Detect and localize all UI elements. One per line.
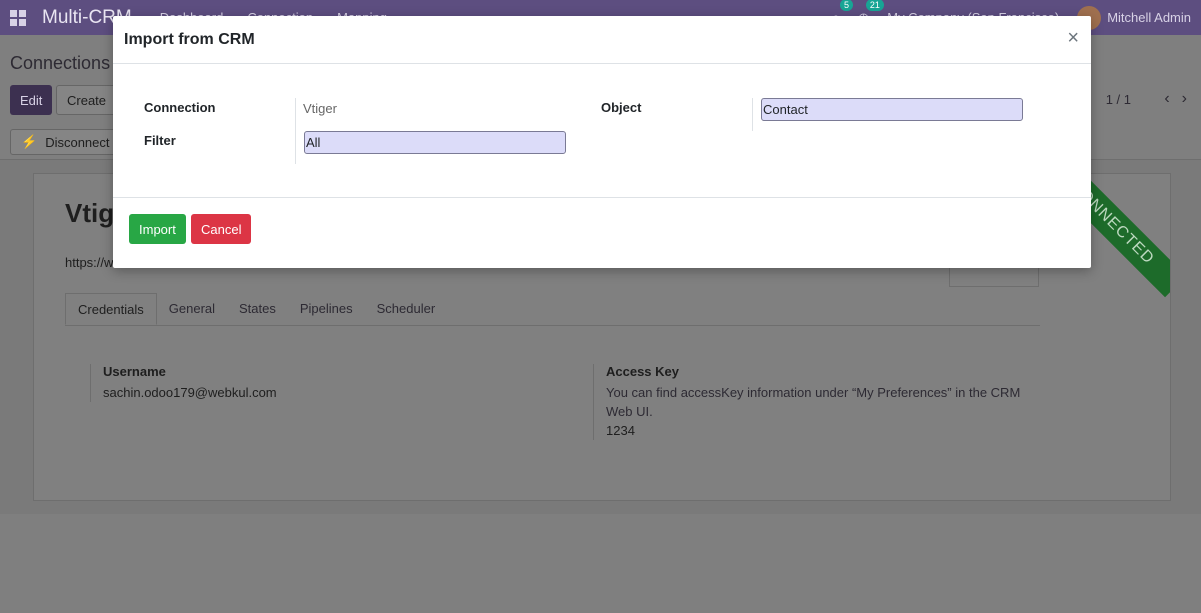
dialog-footer: Import Cancel (113, 198, 1091, 266)
edit-button[interactable]: Edit (10, 85, 53, 115)
breadcrumb[interactable]: Connections (10, 53, 110, 74)
disconnect-button[interactable]: ⚡ Disconnect (10, 129, 121, 155)
field-separator (752, 98, 753, 131)
tab-scheduler[interactable]: Scheduler (365, 293, 448, 325)
access-key-help: You can find accessKey information under… (606, 385, 1021, 419)
filter-input[interactable] (304, 131, 566, 154)
import-dialog: Import from CRM × Connection Vtiger Filt… (113, 16, 1091, 268)
record-url: https://w (65, 255, 114, 270)
tab-credentials[interactable]: Credentials (65, 293, 157, 325)
notebook-tabs: Credentials General States Pipelines Sch… (65, 293, 1040, 326)
page-bottom (0, 514, 1201, 613)
access-key-field: Access Key You can find accessKey inform… (593, 364, 1036, 440)
tab-general[interactable]: General (157, 293, 227, 325)
field-separator (295, 98, 296, 164)
username-label: Username (103, 364, 166, 379)
user-menu[interactable]: Mitchell Admin (1077, 5, 1191, 30)
object-input[interactable] (761, 98, 1023, 121)
disconnect-label: Disconnect (45, 134, 110, 150)
tab-states[interactable]: States (227, 293, 288, 325)
user-name: Mitchell Admin (1107, 10, 1191, 25)
connection-value[interactable]: Vtiger (303, 101, 337, 116)
apps-menu-icon[interactable] (0, 0, 36, 35)
activity-badge: 21 (865, 0, 884, 11)
access-key-value: 1234 (606, 423, 635, 438)
dialog-body: Connection Vtiger Filter Object (113, 64, 1091, 198)
close-icon[interactable]: × (1067, 26, 1079, 50)
chat-badge: 5 (840, 0, 854, 11)
tab-pipelines[interactable]: Pipelines (288, 293, 365, 325)
access-key-label: Access Key (606, 364, 679, 379)
pager-value: 1 / 1 (1105, 92, 1131, 107)
connection-label: Connection (144, 100, 216, 115)
dialog-header: Import from CRM × (113, 16, 1091, 64)
pager-previous-icon[interactable]: ‹ (1164, 90, 1169, 108)
create-button[interactable]: Create (56, 85, 118, 115)
cancel-button[interactable]: Cancel (191, 214, 252, 244)
username-value: sachin.odoo179@webkul.com (103, 385, 277, 400)
dialog-title: Import from CRM (124, 30, 255, 48)
pager-next-icon[interactable]: › (1182, 90, 1187, 108)
filter-label: Filter (144, 133, 176, 148)
username-field: Username sachin.odoo179@webkul.com (90, 364, 277, 402)
plug-icon: ⚡ (21, 134, 38, 149)
object-label: Object (601, 100, 642, 115)
import-button[interactable]: Import (129, 214, 186, 244)
pager-arrows: ‹ › (1164, 90, 1187, 108)
